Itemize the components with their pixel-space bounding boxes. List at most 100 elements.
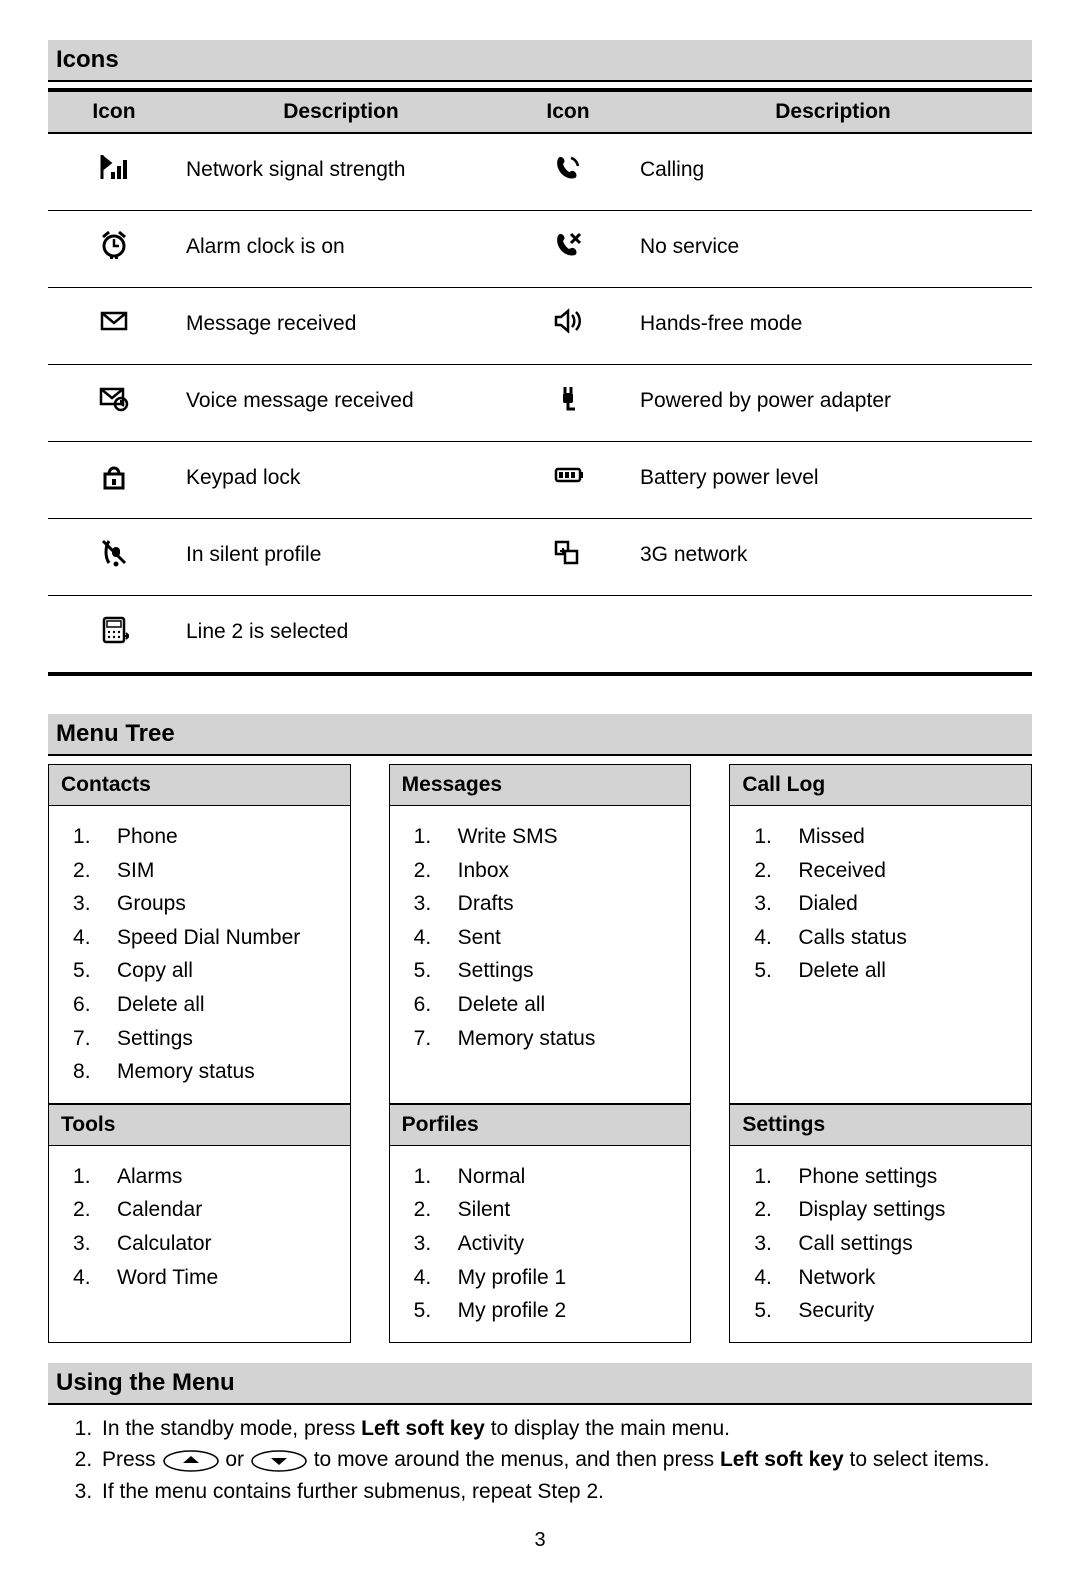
menu-item: Normal <box>414 1160 683 1194</box>
speaker-icon <box>502 288 634 365</box>
text: Press <box>102 1448 162 1471</box>
icon-description: 3G network <box>634 519 1032 596</box>
menu-item-label: Normal <box>458 1165 526 1188</box>
icon-description: Battery power level <box>634 442 1032 519</box>
menu-item-label: Alarms <box>117 1165 182 1188</box>
menu-item: Dialed <box>754 887 1023 921</box>
battery-icon <box>502 442 634 519</box>
menu-item: Alarms <box>73 1160 342 1194</box>
icon-description: In silent profile <box>180 519 502 596</box>
text: to move around the menus, and then press <box>314 1448 720 1471</box>
menu-item: Delete all <box>414 988 683 1022</box>
menu-item: Silent <box>414 1193 683 1227</box>
menu-item-label: Drafts <box>458 892 514 915</box>
menu-card-messages: MessagesWrite SMSInboxDraftsSentSettings… <box>389 764 692 1104</box>
menu-card-title: Messages <box>390 765 691 806</box>
menu-item-label: Inbox <box>458 859 509 882</box>
menu-item-label: Phone <box>117 825 178 848</box>
menu-card-title: Tools <box>49 1105 350 1146</box>
menu-item: Groups <box>73 887 342 921</box>
using-step-2: Press or to move around the menus, and t… <box>98 1444 1032 1476</box>
menu-item: Received <box>754 854 1023 888</box>
menu-item: My profile 1 <box>414 1261 683 1295</box>
menu-item-label: Activity <box>458 1232 525 1255</box>
section-header-menu-tree: Menu Tree <box>48 714 1032 756</box>
icon-description: Keypad lock <box>180 442 502 519</box>
menu-item: Phone settings <box>754 1160 1023 1194</box>
menu-item-label: Memory status <box>117 1060 255 1083</box>
menu-item: Delete all <box>754 954 1023 988</box>
icon-description: Hands-free mode <box>634 288 1032 365</box>
icons-row: In silent profile 3G network <box>48 519 1032 596</box>
menu-item: Memory status <box>414 1022 683 1056</box>
icons-table: Icon Description Icon Description Networ… <box>48 88 1032 676</box>
bold: Left soft key <box>720 1448 844 1471</box>
menu-item: Security <box>754 1294 1023 1328</box>
signal-icon <box>48 133 180 211</box>
menu-item-label: Delete all <box>117 993 205 1016</box>
page-number: 3 <box>48 1529 1032 1552</box>
menu-item: Display settings <box>754 1193 1023 1227</box>
col-desc-right: Description <box>634 90 1032 133</box>
noservice-icon <box>502 211 634 288</box>
menu-item-label: My profile 1 <box>458 1266 567 1289</box>
menu-item-label: Write SMS <box>458 825 558 848</box>
icons-row: Voice message receivedPowered by power a… <box>48 365 1032 442</box>
menu-item: Missed <box>754 820 1023 854</box>
menu-item: Inbox <box>414 854 683 888</box>
line2-icon <box>48 596 180 675</box>
col-desc-left: Description <box>180 90 502 133</box>
col-icon-right: Icon <box>502 90 634 133</box>
menu-item-label: Delete all <box>458 993 546 1016</box>
menu-item: Word Time <box>73 1261 342 1295</box>
icon-description: Alarm clock is on <box>180 211 502 288</box>
menu-item-label: Copy all <box>117 959 193 982</box>
menu-item-label: Call settings <box>798 1232 912 1255</box>
icon-description: Message received <box>180 288 502 365</box>
menu-item-label: Calendar <box>117 1198 202 1221</box>
icons-row: Message received Hands-free mode <box>48 288 1032 365</box>
menu-item-label: Display settings <box>798 1198 945 1221</box>
menu-item: Calls status <box>754 921 1023 955</box>
voicemail-icon <box>48 365 180 442</box>
section-header-icons: Icons <box>48 40 1032 82</box>
menu-card-settings: Settings Phone settings Display settings Ca… <box>729 1104 1032 1343</box>
menu-item-label: Phone settings <box>798 1165 937 1188</box>
nav-down-key-icon <box>250 1450 308 1472</box>
text: In the standby mode, press <box>102 1417 361 1440</box>
icon-description: Line 2 is selected <box>180 596 502 675</box>
silent-icon <box>48 519 180 596</box>
menu-item-label: Settings <box>117 1027 193 1050</box>
menu-item-label: Calls status <box>798 926 907 949</box>
menu-card-title: Settings <box>730 1105 1031 1146</box>
menu-item-label: Dialed <box>798 892 858 915</box>
menu-item-label: SIM <box>117 859 154 882</box>
menu-item-label: Groups <box>117 892 186 915</box>
menu-item: My profile 2 <box>414 1294 683 1328</box>
menu-item-label: Memory status <box>458 1027 596 1050</box>
nav-up-key-icon <box>162 1450 220 1472</box>
using-step-1: In the standby mode, press Left soft key… <box>98 1413 1032 1445</box>
menu-card-title: Call Log <box>730 765 1031 806</box>
icons-table-header: Icon Description Icon Description <box>48 90 1032 133</box>
menu-card-title: Contacts <box>49 765 350 806</box>
menu-item-label: Calculator <box>117 1232 212 1255</box>
menu-item-label: Sent <box>458 926 501 949</box>
menu-tree-grid: ContactsPhoneSIMGroupsSpeed Dial NumberC… <box>48 764 1032 1343</box>
empty-icon <box>502 596 634 675</box>
text: to select items. <box>844 1448 990 1471</box>
icon-description: Calling <box>634 133 1032 211</box>
icons-row: Alarm clock is onNo service <box>48 211 1032 288</box>
menu-item-label: Missed <box>798 825 865 848</box>
menu-item: Network <box>754 1261 1023 1295</box>
alarm-icon <box>48 211 180 288</box>
menu-item-label: Network <box>798 1266 875 1289</box>
icon-description <box>634 596 1032 675</box>
menu-item: Write SMS <box>414 820 683 854</box>
menu-item: Settings <box>73 1022 342 1056</box>
3g-icon <box>502 519 634 596</box>
menu-item: Calculator <box>73 1227 342 1261</box>
text: or <box>225 1448 250 1471</box>
menu-item: Calendar <box>73 1193 342 1227</box>
menu-item: Activity <box>414 1227 683 1261</box>
